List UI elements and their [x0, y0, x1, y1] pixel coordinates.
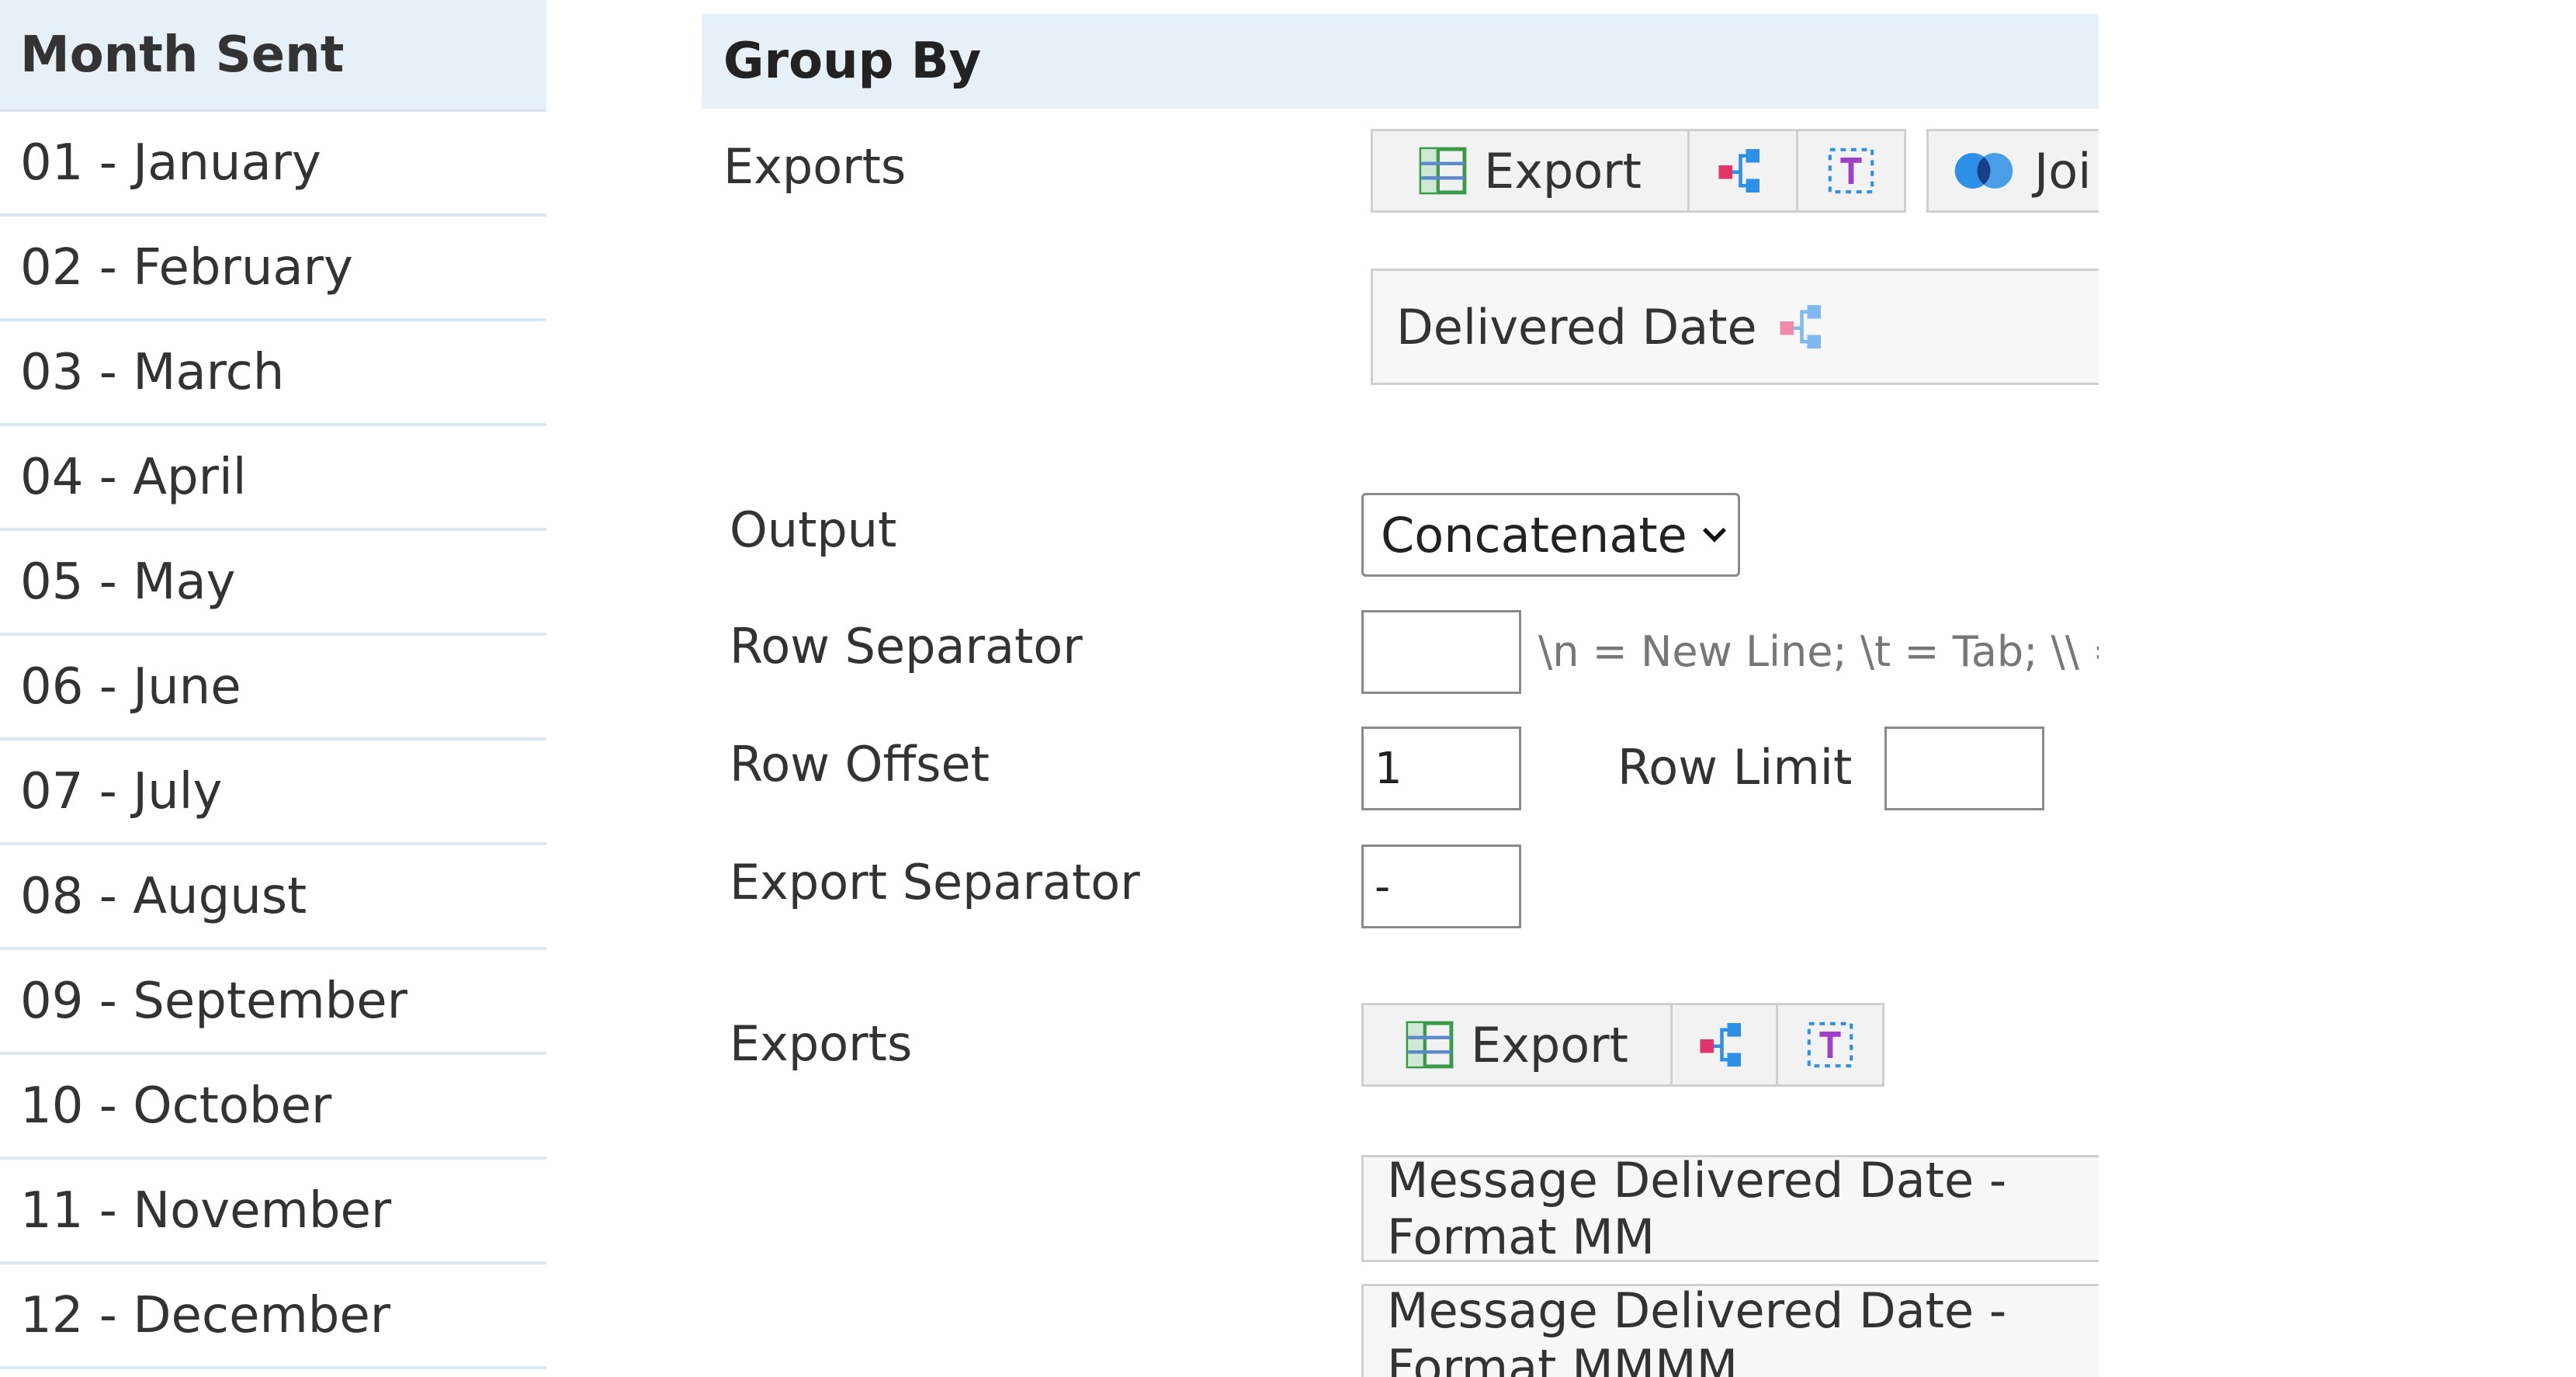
share-tree-button[interactable] — [1690, 131, 1798, 210]
table-row[interactable]: 09 - September — [0, 950, 546, 1055]
table-row[interactable]: 04 - April — [0, 426, 546, 531]
row-offset-label: Row Offset — [730, 736, 990, 793]
group-by-panel: Group By Exports Export Joi Delivered Da… — [702, 14, 2099, 1377]
text-t-icon — [1804, 1018, 1857, 1071]
row-separator-hint: \n = New Line; \t = Tab; \\ = Escaped Ba… — [1538, 627, 2099, 676]
delivered-date-label: Delivered Date — [1396, 298, 1757, 356]
output-select-value: Concatenate — [1381, 506, 1687, 564]
export-button-2[interactable]: Export — [1364, 1005, 1673, 1084]
table-row[interactable]: 05 - May — [0, 531, 546, 636]
table-row[interactable]: 12 - December — [0, 1264, 546, 1369]
exports-toolbar: Export — [1371, 129, 1906, 213]
export-button-label: Export — [1484, 142, 1642, 199]
table-row[interactable]: 01 - January — [0, 112, 546, 217]
share-tree-icon — [1697, 1018, 1752, 1072]
delivered-date-field[interactable]: Delivered Date — [1371, 269, 2099, 385]
row-limit-label: Row Limit — [1617, 739, 1853, 796]
text-t-icon — [1825, 144, 1877, 197]
table-row[interactable]: 02 - February — [0, 217, 546, 321]
exports-label-2: Exports — [730, 1015, 913, 1072]
result-field-label: Message Delivered Date - Format MMMM — [1387, 1282, 2007, 1377]
table-row[interactable]: 07 - July — [0, 741, 546, 845]
join-button-label: Joi — [2034, 142, 2092, 199]
table-row[interactable]: 10 - October — [0, 1055, 546, 1160]
row-separator-label: Row Separator — [730, 618, 1083, 675]
table-grid-icon — [1419, 147, 1467, 195]
output-select[interactable]: Concatenate — [1361, 493, 1740, 577]
month-sent-table: Month Sent 01 - January 02 - February 03… — [0, 0, 546, 1369]
join-button[interactable]: Joi — [1929, 131, 2099, 210]
export-button[interactable]: Export — [1373, 131, 1690, 210]
result-field-format-mmmm[interactable]: Message Delivered Date - Format MMMM — [1361, 1282, 2099, 1377]
row-offset-input[interactable]: 1 — [1361, 727, 1521, 810]
row-limit-input[interactable] — [1884, 727, 2044, 810]
text-format-button-2[interactable] — [1778, 1005, 1882, 1084]
row-separator-input[interactable] — [1361, 610, 1521, 694]
group-by-title: Group By — [702, 14, 2099, 109]
exports-label: Exports — [723, 138, 907, 195]
share-tree-button-2[interactable] — [1673, 1005, 1778, 1084]
table-row[interactable]: 08 - August — [0, 845, 546, 950]
table-grid-icon — [1406, 1021, 1454, 1069]
chevron-down-icon — [1701, 525, 1728, 544]
export-button-2-label: Export — [1471, 1016, 1628, 1074]
result-field-format-mm[interactable]: Message Delivered Date - Format MM — [1361, 1152, 2099, 1265]
join-circles-icon — [1950, 147, 2017, 194]
text-format-button[interactable] — [1798, 131, 1904, 210]
month-sent-header: Month Sent — [0, 0, 546, 112]
result-field-label: Message Delivered Date - Format MM — [1387, 1152, 2007, 1265]
table-row[interactable]: 03 - March — [0, 321, 546, 426]
table-row[interactable]: 11 - November — [0, 1160, 546, 1264]
share-tree-icon — [1716, 144, 1770, 198]
share-tree-icon — [1777, 300, 1832, 354]
table-row[interactable]: 06 - June — [0, 636, 546, 741]
join-toolbar: Joi — [1926, 129, 2099, 213]
output-label: Output — [730, 501, 897, 558]
exports-toolbar-2: Export — [1361, 1003, 1884, 1087]
export-separator-label: Export Separator — [730, 854, 1140, 910]
export-separator-input[interactable]: - — [1361, 845, 1521, 928]
